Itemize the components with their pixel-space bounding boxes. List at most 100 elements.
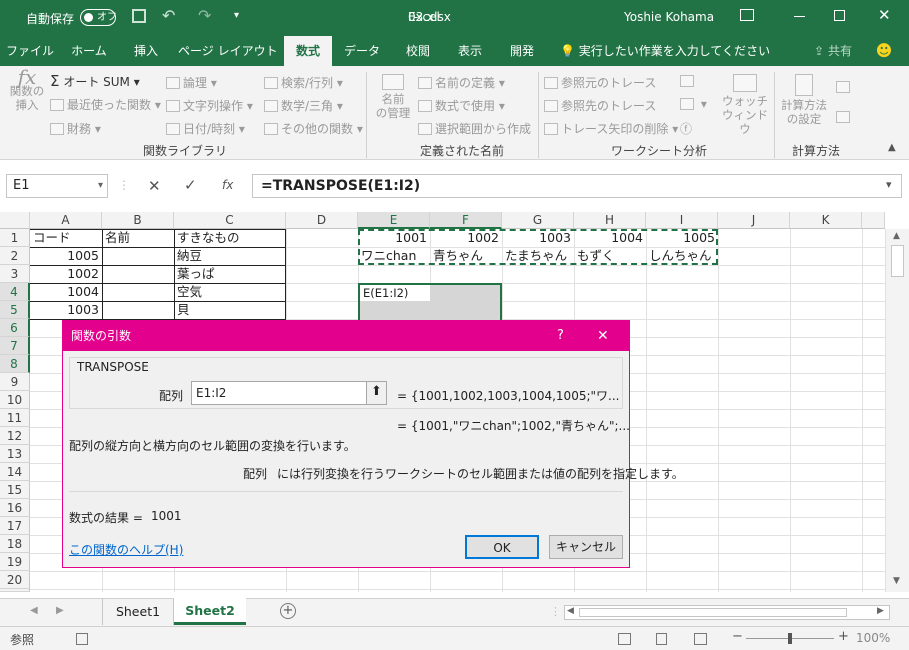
cell-g1[interactable]: 1003 [502, 229, 574, 247]
scroll-left-icon[interactable]: ◀ [567, 606, 574, 616]
collapse-dialog-icon[interactable]: ⬆ [366, 382, 386, 404]
share-button[interactable]: ⇪ 共有 [808, 36, 858, 66]
cell-i2[interactable]: しんちゃん [646, 247, 718, 265]
ok-button[interactable]: OK [465, 535, 539, 559]
cell-c5[interactable]: 貝 [174, 301, 286, 319]
cell-c4[interactable]: 空気 [174, 283, 286, 301]
cell-a5[interactable]: 1003 [30, 301, 102, 319]
name-box-dropdown-icon[interactable]: ▾ [98, 175, 103, 197]
expand-formula-icon[interactable]: ▾ [886, 178, 892, 191]
row-header-5[interactable]: 5 [0, 301, 30, 319]
sheet-tab-sheet2[interactable]: Sheet2 [174, 598, 246, 625]
scroll-thumb[interactable] [891, 245, 904, 277]
define-name-button[interactable]: 名前の定義 ▾ [418, 74, 505, 91]
tab-file[interactable]: ファイル [0, 36, 60, 66]
tab-data[interactable]: データ [336, 36, 388, 66]
page-break-view-icon[interactable] [694, 633, 707, 645]
watch-window-button[interactable]: ウォッチ ウィンドウ [720, 74, 770, 136]
prev-sheet-icon[interactable]: ◀ [30, 605, 38, 616]
cell-c1[interactable]: すきなもの [174, 229, 286, 247]
tab-home[interactable]: ホーム [62, 36, 116, 66]
cell-e1[interactable]: 1001 [358, 229, 430, 247]
trace-dependents-button[interactable]: 参照先のトレース [544, 97, 656, 114]
column-header-a[interactable]: A [30, 212, 102, 229]
column-header-f[interactable]: F [430, 212, 502, 229]
row-header-12[interactable]: 12 [0, 427, 30, 445]
tab-view[interactable]: 表示 [448, 36, 492, 66]
column-header-j[interactable]: J [718, 212, 790, 229]
use-in-formula-button[interactable]: 数式で使用 ▾ [418, 97, 505, 114]
show-formulas-icon[interactable] [680, 74, 697, 88]
evaluate-formula-icon[interactable]: ⓕ [680, 120, 692, 137]
sheet-tab-sheet1[interactable]: Sheet1 [102, 599, 174, 625]
row-header-20[interactable]: 20 [0, 571, 30, 589]
row-header-8[interactable]: 8 [0, 355, 30, 373]
column-header-d[interactable]: D [286, 212, 358, 229]
zoom-out-icon[interactable]: − [732, 629, 743, 644]
add-sheet-icon[interactable]: + [280, 603, 296, 619]
cell-h1[interactable]: 1004 [574, 229, 646, 247]
cell-h2[interactable]: もずく [574, 247, 646, 265]
cell-a3[interactable]: 1002 [30, 265, 102, 283]
accessibility-icon[interactable] [76, 633, 88, 645]
cell-a1[interactable]: コード [30, 229, 102, 247]
name-box[interactable]: E1 ▾ [6, 174, 108, 198]
column-header-g[interactable]: G [502, 212, 574, 229]
zoom-in-icon[interactable]: + [838, 629, 849, 644]
scroll-up-icon[interactable]: ▲ [893, 231, 900, 241]
calculate-sheet-icon[interactable] [836, 110, 853, 124]
financial-button[interactable]: 財務 ▾ [50, 120, 101, 137]
row-header-14[interactable]: 14 [0, 463, 30, 481]
row-header-2[interactable]: 2 [0, 247, 30, 265]
tab-page-layout[interactable]: ページ レイアウト [178, 36, 278, 66]
row-header-15[interactable]: 15 [0, 481, 30, 499]
collapse-ribbon-icon[interactable]: ▲ [888, 142, 896, 153]
tab-review[interactable]: 校閲 [394, 36, 442, 66]
tab-insert[interactable]: 挿入 [122, 36, 170, 66]
dialog-close-icon[interactable]: ✕ [597, 321, 609, 351]
close-window-icon[interactable]: ✕ [878, 6, 891, 24]
page-layout-view-icon[interactable] [656, 633, 667, 645]
row-header-4[interactable]: 4 [0, 283, 30, 301]
cell-c3[interactable]: 葉っぱ [174, 265, 286, 283]
dialog-help-icon[interactable]: ? [557, 321, 564, 351]
calculate-now-icon[interactable] [836, 80, 853, 94]
function-help-link[interactable]: この関数のヘルプ(H) [69, 541, 183, 558]
cell-b1[interactable]: 名前 [102, 229, 174, 247]
enter-icon[interactable]: ✓ [184, 176, 197, 194]
cancel-entry-icon[interactable]: ✕ [148, 177, 161, 195]
maximize-icon[interactable] [834, 10, 845, 21]
logical-button[interactable]: 論理 ▾ [166, 74, 217, 91]
lookup-button[interactable]: 検索/行列 ▾ [264, 74, 343, 91]
dialog-title-bar[interactable]: 関数の引数 ? ✕ [63, 321, 629, 351]
customize-qat-icon[interactable]: ▾ [234, 10, 239, 21]
cell-f1[interactable]: 1002 [430, 229, 502, 247]
cell-i1[interactable]: 1005 [646, 229, 718, 247]
row-header-16[interactable]: 16 [0, 499, 30, 517]
vertical-scrollbar[interactable]: ▲ ▼ [885, 229, 909, 592]
cell-a2[interactable]: 1005 [30, 247, 102, 265]
cell-a4[interactable]: 1004 [30, 283, 102, 301]
insert-function-icon[interactable]: fx [222, 178, 233, 192]
row-header-3[interactable]: 3 [0, 265, 30, 283]
autosum-button[interactable]: Σ オート SUM ▾ [50, 72, 140, 90]
create-from-selection-button[interactable]: 選択範囲から作成 [418, 120, 531, 137]
formula-input[interactable]: =TRANSPOSE(E1:I2) [252, 174, 902, 198]
text-button[interactable]: 文字列操作 ▾ [166, 97, 253, 114]
datetime-button[interactable]: 日付/時刻 ▾ [166, 120, 245, 137]
minimize-icon[interactable] [794, 16, 805, 17]
column-header-k[interactable]: K [790, 212, 862, 229]
smiley-icon[interactable]: ☻ [872, 36, 896, 66]
column-header-c[interactable]: C [174, 212, 286, 229]
redo-icon[interactable]: ↷ [198, 6, 211, 25]
column-header-e[interactable]: E [358, 212, 430, 229]
cell-f2[interactable]: 青ちゃん [430, 247, 502, 265]
row-header-13[interactable]: 13 [0, 445, 30, 463]
tell-me-box[interactable]: 💡 実行したい作業を入力してください [560, 36, 770, 66]
scroll-right-icon[interactable]: ▶ [877, 606, 884, 616]
zoom-slider-thumb[interactable] [788, 633, 792, 644]
cell-c2[interactable]: 納豆 [174, 247, 286, 265]
save-icon[interactable] [132, 9, 146, 23]
insert-function-button[interactable]: fx 関数の 挿入 [6, 67, 48, 112]
row-header-1[interactable]: 1 [0, 229, 30, 247]
